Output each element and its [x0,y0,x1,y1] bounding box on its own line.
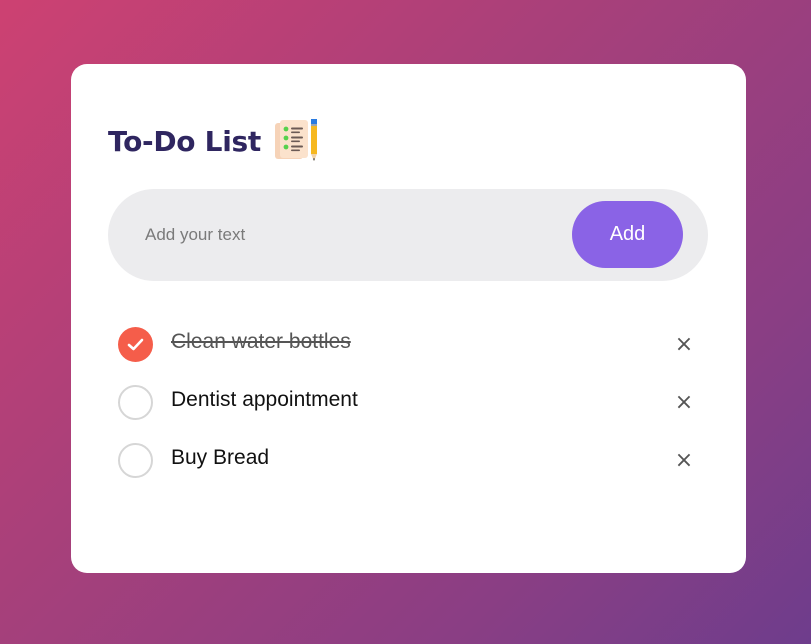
list-item[interactable]: Buy Bread × [118,438,698,496]
close-icon[interactable]: × [674,389,694,417]
add-task-bar: Add [108,189,708,281]
header: To-Do List [108,118,321,164]
task-list: Clean water bottles × Dentist appointmen… [118,322,698,496]
checked-checkbox[interactable] [118,327,153,362]
todo-card: To-Do List Add your text Add Clean water… [71,64,746,573]
task-text: Buy Bread [171,446,270,469]
unchecked-checkbox[interactable] [118,385,153,420]
unchecked-checkbox[interactable] [118,443,153,478]
checklist-with-pencil-icon [274,119,317,161]
page-title: To-Do List [108,124,261,158]
checkmark-icon [127,338,144,351]
task-text: Dentist appointment [171,388,358,411]
close-icon[interactable]: × [674,447,694,475]
task-text: Clean water bottles [171,330,351,353]
list-item[interactable]: Clean water bottles × [118,322,698,380]
add-button[interactable]: Add [572,201,683,268]
list-item[interactable]: Dentist appointment × [118,380,698,438]
close-icon[interactable]: × [674,331,694,359]
task-input[interactable] [145,217,525,253]
